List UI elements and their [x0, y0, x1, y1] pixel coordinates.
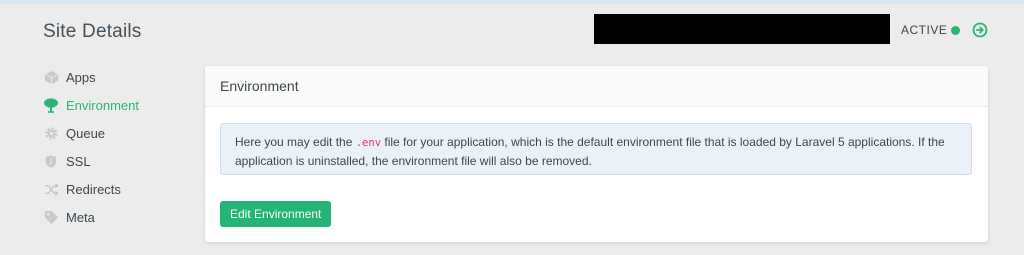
environment-panel: Environment Here you may edit the .env f… — [205, 66, 988, 242]
tag-icon — [43, 209, 59, 225]
box-icon — [43, 69, 59, 85]
shield-icon — [43, 153, 59, 169]
sidebar-item-meta[interactable]: Meta — [43, 203, 193, 231]
sidebar-item-label: Apps — [66, 69, 96, 85]
env-filename-code: .env — [355, 137, 382, 149]
panel-header: Environment — [205, 66, 988, 107]
sidebar-item-label: SSL — [66, 153, 91, 169]
top-border-strip — [0, 0, 1024, 4]
arrow-right-circle-icon[interactable] — [972, 22, 988, 38]
redacted-site-name — [594, 14, 890, 44]
sidebar-item-label: Meta — [66, 209, 95, 225]
panel-title: Environment — [220, 78, 299, 94]
sidebar-nav: Apps Environment Queue SSL Redirects Met… — [43, 63, 193, 231]
sidebar-item-apps[interactable]: Apps — [43, 63, 193, 91]
status-label: ACTIVE — [901, 23, 948, 37]
shuffle-icon — [43, 181, 59, 197]
sidebar-item-label: Queue — [66, 125, 106, 141]
info-text-before: Here you may edit the — [235, 135, 356, 149]
sidebar-item-queue[interactable]: Queue — [43, 119, 193, 147]
tree-icon — [43, 97, 59, 113]
sidebar-item-ssl[interactable]: SSL — [43, 147, 193, 175]
page-title: Site Details — [43, 21, 142, 42]
sidebar-item-redirects[interactable]: Redirects — [43, 175, 193, 203]
sidebar-item-label: Environment — [66, 97, 139, 113]
gear-icon — [43, 125, 59, 141]
sidebar-item-environment[interactable]: Environment — [43, 91, 193, 119]
status-indicator: ACTIVE — [901, 23, 961, 37]
edit-environment-button[interactable]: Edit Environment — [220, 201, 332, 227]
info-alert: Here you may edit the .env file for your… — [220, 123, 972, 175]
sidebar-item-label: Redirects — [66, 181, 121, 197]
status-dot-icon — [951, 25, 961, 35]
